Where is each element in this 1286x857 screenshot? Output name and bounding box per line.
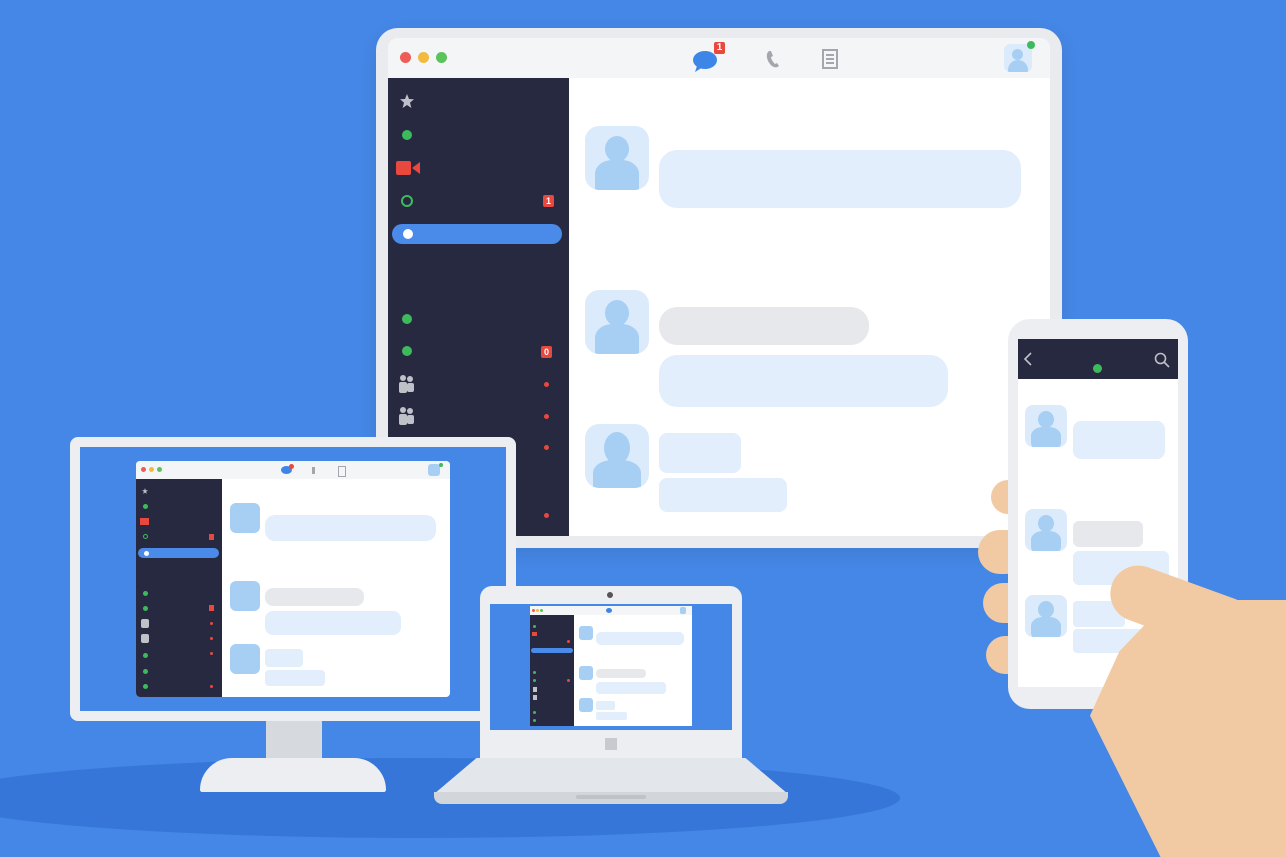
- laptop-base-lip: [434, 792, 788, 804]
- contact-avatar[interactable]: [1025, 595, 1067, 637]
- video-camera-icon[interactable]: [396, 160, 420, 176]
- message-bubble: [1073, 421, 1165, 459]
- online-status-dot: [1027, 41, 1035, 49]
- sidebar-item-online-2[interactable]: [402, 314, 412, 324]
- group-icon[interactable]: [398, 406, 416, 426]
- unread-dot: [544, 513, 549, 518]
- sidebar-badge-2: 0: [541, 346, 552, 358]
- contact-avatar[interactable]: [1025, 509, 1067, 551]
- star-icon[interactable]: [400, 94, 414, 108]
- message-bubble: [659, 307, 869, 345]
- laptop-logo: [605, 738, 617, 750]
- contact-avatar[interactable]: [585, 126, 649, 190]
- webcam-icon: [607, 592, 613, 598]
- chat-area: [569, 78, 1050, 536]
- contact-avatar[interactable]: [585, 424, 649, 488]
- laptop-keyboard-base: [434, 758, 788, 794]
- sidebar-mini: [530, 615, 574, 726]
- desktop-monitor: [70, 437, 516, 721]
- app-window-mini: [530, 606, 692, 726]
- search-icon[interactable]: [1154, 352, 1170, 368]
- window-close-button[interactable]: [400, 52, 411, 63]
- sidebar-badge-1: 1: [543, 195, 554, 207]
- window-title-bar: 1: [388, 38, 1050, 79]
- laptop-device: [480, 586, 742, 758]
- laptop-screen: [490, 604, 732, 730]
- sidebar-item-active[interactable]: [392, 224, 562, 244]
- sidebar-mini: [136, 479, 222, 697]
- unread-dot: [544, 414, 549, 419]
- unread-dot: [544, 445, 549, 450]
- sidebar-item-online-3[interactable]: [402, 346, 412, 356]
- monitor-screen: [80, 447, 506, 711]
- message-bubble: [659, 433, 741, 473]
- sidebar-item-online-1[interactable]: [402, 130, 412, 140]
- online-status-dot: [1093, 364, 1102, 373]
- contact-avatar[interactable]: [1025, 405, 1067, 447]
- window-maximize-button[interactable]: [436, 52, 447, 63]
- message-bubble: [1073, 521, 1143, 547]
- message-bubble: [659, 150, 1021, 208]
- monitor-stand-base: [200, 758, 386, 792]
- message-bubble: [659, 355, 948, 407]
- contacts-icon[interactable]: [822, 49, 838, 69]
- chat-badge: 1: [714, 42, 725, 54]
- group-icon[interactable]: [398, 374, 416, 394]
- back-arrow-icon[interactable]: [1023, 352, 1033, 366]
- message-bubble: [659, 478, 787, 512]
- monitor-stand-neck: [266, 721, 322, 761]
- window-minimize-button[interactable]: [418, 52, 429, 63]
- phone-header: [1018, 339, 1178, 379]
- sidebar-item-away[interactable]: [401, 195, 413, 207]
- unread-dot: [544, 382, 549, 387]
- phone-icon[interactable]: [764, 49, 782, 69]
- app-window-mini: [136, 461, 450, 697]
- contact-avatar[interactable]: [585, 290, 649, 354]
